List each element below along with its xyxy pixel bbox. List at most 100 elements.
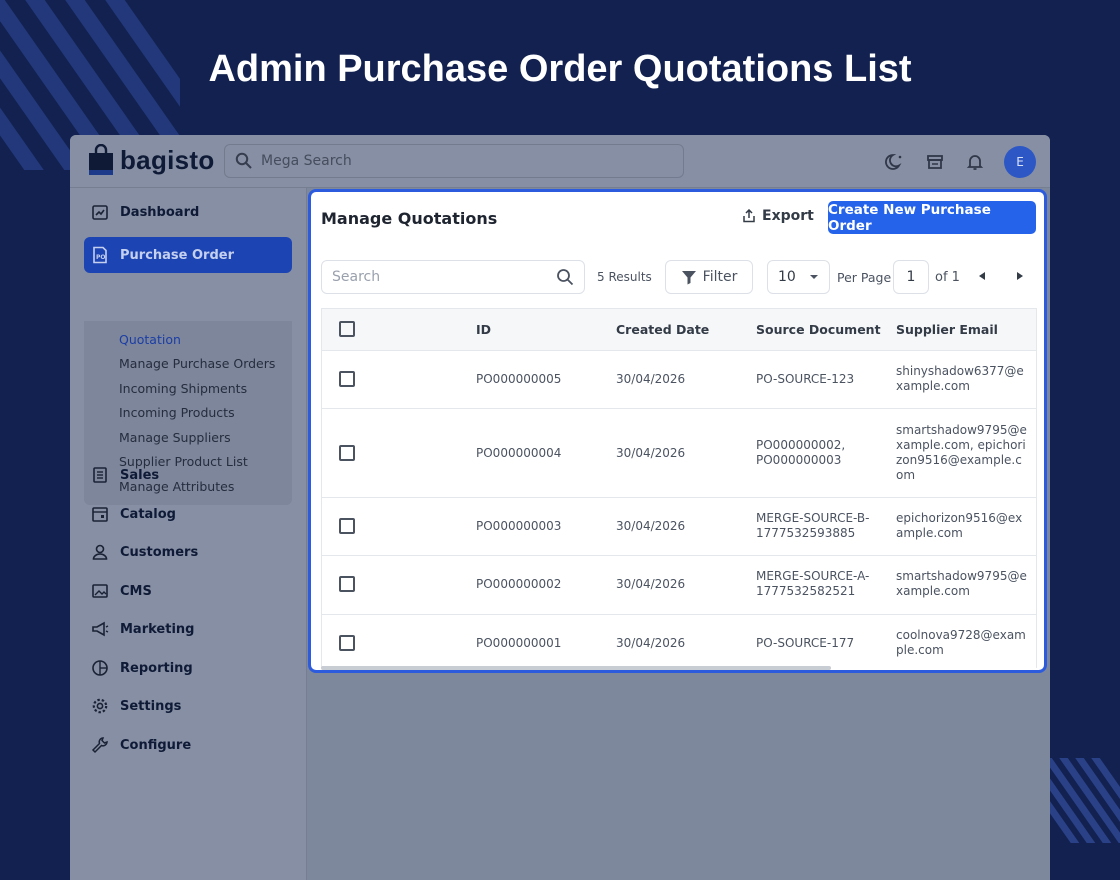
sidebar-item-customers[interactable]: Customers (84, 534, 292, 570)
horizontal-scrollbar[interactable] (321, 666, 831, 670)
column-header-id[interactable]: ID (476, 322, 491, 337)
row-id: PO000000005 (476, 372, 562, 386)
sidebar-item-settings[interactable]: Settings (84, 688, 292, 724)
notification-bell-icon[interactable] (964, 151, 986, 173)
sidebar-item-label: CMS (120, 583, 152, 599)
row-created-date: 30/04/2026 (616, 519, 686, 533)
row-supplier-email: coolnova9728@example.com (896, 628, 1026, 657)
page-total-label: of 1 (935, 270, 960, 285)
filter-label: Filter (702, 269, 738, 285)
search-icon (235, 152, 252, 169)
hero-title: Admin Purchase Order Quotations List (208, 48, 912, 90)
mega-search-placeholder: Mega Search (261, 153, 352, 169)
brand-name: bagisto (120, 144, 215, 175)
sidebar-item-label: Catalog (120, 506, 176, 522)
row-supplier-email: shinyshadow6377@example.com (896, 364, 1024, 393)
per-page-select[interactable]: 10 (767, 260, 830, 294)
row-checkbox[interactable] (339, 576, 355, 592)
bagisto-logo[interactable]: bagisto (88, 143, 215, 176)
submenu-item-manage-suppliers[interactable]: Manage Suppliers (119, 430, 231, 445)
row-created-date: 30/04/2026 (616, 577, 686, 591)
select-all-checkbox[interactable] (339, 321, 355, 337)
sidebar-item-marketing[interactable]: Marketing (84, 611, 292, 647)
mega-search-input[interactable]: Mega Search (224, 144, 684, 178)
sidebar-item-label: Customers (120, 544, 199, 560)
store-icon[interactable] (924, 151, 946, 173)
row-created-date: 30/04/2026 (616, 372, 686, 386)
search-placeholder: Search (332, 269, 381, 285)
table-row[interactable]: PO000000004 30/04/2026 PO000000002, PO00… (322, 409, 1036, 498)
sidebar-item-label: Settings (120, 698, 182, 714)
row-source-document: PO-SOURCE-177 (756, 636, 855, 650)
submenu-item-incoming-products[interactable]: Incoming Products (119, 405, 235, 420)
row-source-document: PO-SOURCE-123 (756, 372, 855, 386)
row-id: PO000000002 (476, 577, 562, 591)
user-avatar[interactable]: E (1004, 146, 1036, 178)
sidebar-item-cms[interactable]: CMS (84, 573, 292, 609)
export-icon (743, 209, 755, 223)
svg-text:PO: PO (96, 254, 106, 261)
sidebar-item-label: Purchase Order (120, 247, 235, 263)
row-checkbox[interactable] (339, 518, 355, 534)
customers-icon (90, 542, 110, 562)
filter-button[interactable]: Filter (665, 260, 753, 294)
row-checkbox[interactable] (339, 635, 355, 651)
row-checkbox[interactable] (339, 371, 355, 387)
po-icon: PO (90, 245, 110, 265)
row-id: PO000000003 (476, 519, 562, 533)
sidebar-item-label: Marketing (120, 621, 195, 637)
decorative-stripes-bottom-right (1050, 758, 1120, 843)
sidebar-item-reporting[interactable]: Reporting (84, 650, 292, 686)
submenu-item-incoming-shipments[interactable]: Incoming Shipments (119, 381, 247, 396)
row-source-document: MERGE-SOURCE-B-1777532593885 (756, 511, 870, 540)
next-page-icon[interactable] (1017, 272, 1023, 280)
dark-mode-icon[interactable] (884, 151, 906, 173)
column-header-created-date[interactable]: Created Date (616, 322, 709, 337)
caret-down-icon (810, 275, 818, 279)
previous-page-icon[interactable] (979, 272, 985, 280)
row-supplier-email: smartshadow9795@example.com (896, 569, 1027, 598)
table-row[interactable]: PO000000002 30/04/2026 MERGE-SOURCE-A-17… (322, 556, 1036, 615)
column-header-supplier-email[interactable]: Supplier Email (896, 322, 998, 337)
row-id: PO000000004 (476, 446, 562, 460)
quotations-table: ID Created Date Source Document Supplier… (321, 308, 1037, 668)
dashboard-icon (90, 202, 110, 222)
row-created-date: 30/04/2026 (616, 446, 686, 460)
create-new-purchase-order-button[interactable]: Create New Purchase Order (828, 201, 1036, 234)
column-header-source-document[interactable]: Source Document (756, 322, 881, 337)
per-page-label: Per Page (837, 270, 892, 285)
sidebar-item-label: Dashboard (120, 204, 200, 220)
table-row[interactable]: PO000000003 30/04/2026 MERGE-SOURCE-B-17… (322, 498, 1036, 556)
page-number-input[interactable]: 1 (893, 260, 929, 294)
row-id: PO000000001 (476, 636, 562, 650)
results-count: 5 Results (597, 270, 652, 284)
row-source-document: PO000000002, PO000000003 (756, 438, 846, 467)
configure-icon (90, 735, 110, 755)
sidebar-item-configure[interactable]: Configure (84, 727, 292, 763)
top-bar: bagisto Mega Search E (70, 135, 1050, 188)
filter-icon (681, 271, 696, 285)
row-created-date: 30/04/2026 (616, 636, 686, 650)
row-supplier-email: smartshadow9795@example.com, epichorizon… (896, 423, 1027, 482)
sidebar: Dashboard PO Purchase Order Quotation Ma… (70, 188, 307, 880)
export-button[interactable]: Export (742, 208, 814, 224)
quotation-search-input[interactable]: Search (321, 260, 585, 294)
table-row[interactable]: PO000000005 30/04/2026 PO-SOURCE-123 shi… (322, 351, 1036, 409)
sidebar-item-label: Configure (120, 737, 192, 753)
bag-logo-icon (88, 143, 114, 176)
submenu-item-manage-purchase-orders[interactable]: Manage Purchase Orders (119, 356, 275, 371)
table-row[interactable]: PO000000001 30/04/2026 PO-SOURCE-177 coo… (322, 615, 1036, 668)
sales-icon (90, 465, 110, 485)
reporting-icon (90, 658, 110, 678)
sidebar-item-purchase-order[interactable]: PO Purchase Order (84, 237, 292, 273)
sidebar-item-sales[interactable]: Sales (84, 457, 292, 493)
submenu-item-quotation[interactable]: Quotation (119, 332, 181, 347)
manage-quotations-panel: Manage Quotations Export Create New Purc… (308, 189, 1047, 673)
row-checkbox[interactable] (339, 445, 355, 461)
sidebar-item-dashboard[interactable]: Dashboard (84, 194, 292, 230)
settings-icon (90, 696, 110, 716)
search-icon (557, 269, 574, 286)
per-page-value: 10 (778, 269, 796, 285)
sidebar-item-catalog[interactable]: Catalog (84, 496, 292, 532)
sidebar-item-label: Sales (120, 467, 160, 483)
